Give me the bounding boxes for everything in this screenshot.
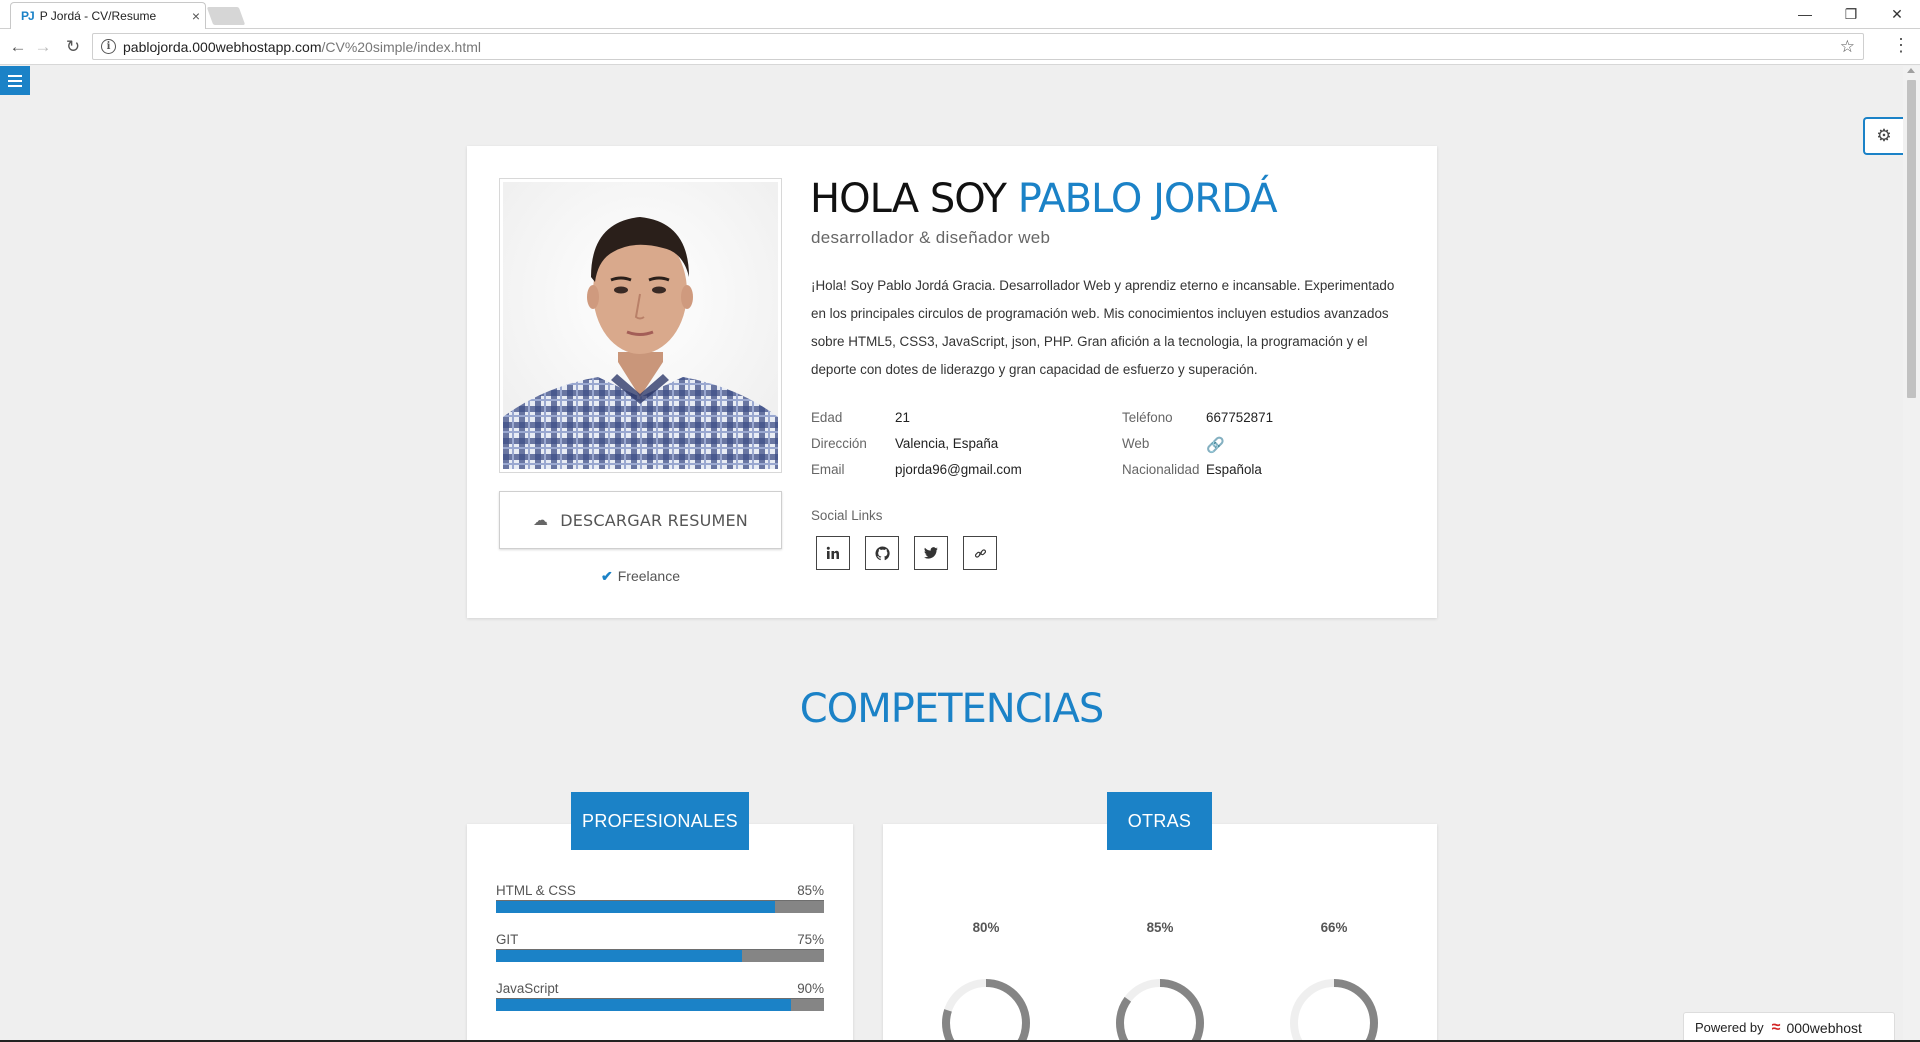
reload-icon[interactable]: ↻ [60, 34, 86, 60]
info-phone-value: 667752871 [1206, 410, 1274, 425]
skill-percent: 90% [797, 981, 824, 996]
skill-ring-gauge [1116, 979, 1204, 1042]
download-resume-label: DESCARGAR RESUMEN [560, 510, 748, 530]
info-email-value[interactable]: pjorda96@gmail.com [895, 462, 1022, 477]
skill-progress-bar [496, 998, 824, 1011]
window-controls: — ❐ ✕ [1782, 0, 1920, 28]
powered-by-badge[interactable]: Powered by ≈ 000webhost [1683, 1012, 1895, 1042]
skill-progress-bar [496, 949, 824, 962]
browser-toolbar: ← → ↻ i pablojorda.000webhostapp.com/CV%… [0, 29, 1920, 65]
address-bar[interactable]: i pablojorda.000webhostapp.com/CV%20simp… [92, 33, 1864, 60]
hamburger-menu-icon[interactable] [0, 66, 30, 95]
profile-bio: ¡Hola! Soy Pablo Jordá Gracia. Desarroll… [811, 278, 1395, 377]
github-icon[interactable] [865, 536, 899, 570]
info-address-value: Valencia, España [895, 436, 999, 451]
new-tab-button[interactable] [206, 7, 246, 25]
site-info-icon[interactable]: i [101, 39, 116, 54]
link-icon[interactable] [963, 536, 997, 570]
freelance-label: Freelance [617, 568, 680, 584]
scrollbar-thumb[interactable] [1907, 80, 1916, 398]
tab-title: P Jordá - CV/Resume [39, 9, 157, 23]
browser-tab[interactable]: PJ P Jordá - CV/Resume × [10, 2, 206, 29]
professional-skills-card: HTML & CSS 85% GIT 75% JavaScript 90% [467, 824, 853, 1042]
scroll-up-arrow-icon[interactable] [1907, 68, 1915, 73]
webhost-name: 000webhost [1786, 1019, 1862, 1036]
skill-ring-percent: 80% [972, 920, 1000, 935]
professional-skills-badge: PROFESIONALES [571, 792, 749, 850]
skill-name: GIT [496, 932, 519, 947]
skill-ring-gauge [1290, 979, 1378, 1042]
forward-arrow-icon[interactable]: → [30, 34, 56, 60]
info-age-value: 21 [895, 410, 910, 425]
tab-close-icon[interactable]: × [187, 8, 205, 24]
info-phone-key: Teléfono [1122, 410, 1173, 425]
skill-label-row: GIT 75% [496, 932, 824, 947]
portrait-image [503, 182, 778, 469]
skill-ring: 80% [936, 920, 1036, 1042]
browser-titlebar: PJ P Jordá - CV/Resume × — ❐ ✕ [0, 0, 1920, 29]
skill-ring: 66% [1284, 920, 1384, 1042]
skill-ring-percent: 85% [1146, 920, 1174, 935]
settings-gear-icon[interactable]: ⚙ [1863, 117, 1903, 155]
page-title: HOLA SOY PABLO JORDÁ [810, 176, 1278, 222]
profile-card: ☁ DESCARGAR RESUMEN ✔ Freelance HOLA SOY … [467, 146, 1437, 618]
site-favicon: PJ [21, 9, 35, 23]
skill-item: GIT 75% [496, 932, 824, 962]
skill-item: HTML & CSS 85% [496, 883, 824, 913]
other-skills-badge: OTRAS [1107, 792, 1212, 850]
other-skills-card: 80% 85% 66% [883, 824, 1437, 1042]
skill-percent: 75% [797, 932, 824, 947]
skill-percent: 85% [797, 883, 824, 898]
download-resume-button[interactable]: ☁ DESCARGAR RESUMEN [499, 491, 782, 549]
info-email-key: Email [811, 462, 845, 477]
url-path: /CV%20simple/index.html [321, 38, 481, 55]
webhost-logo-icon: ≈ [1771, 1018, 1781, 1036]
social-links [816, 536, 997, 570]
minimize-icon[interactable]: — [1782, 0, 1828, 28]
restore-icon[interactable]: ❐ [1828, 0, 1874, 28]
url-host: pablojorda.000webhostapp.com [123, 38, 322, 55]
skill-label-row: JavaScript 90% [496, 981, 824, 996]
info-web-key: Web [1122, 436, 1150, 451]
page-viewport: ⚙ ☁ DESCARGAR RESUMEN ✔ Freelance HOLA S… [0, 66, 1920, 1042]
info-address-key: Dirección [811, 436, 867, 451]
twitter-icon[interactable] [914, 536, 948, 570]
check-icon: ✔ [601, 568, 613, 584]
info-nationality-value: Española [1206, 462, 1262, 477]
back-arrow-icon[interactable]: ← [5, 34, 31, 60]
social-links-title: Social Links [811, 508, 883, 523]
skill-item: JavaScript 90% [496, 981, 824, 1011]
info-nationality-key: Nacionalidad [1122, 462, 1200, 477]
freelance-status: ✔ Freelance [499, 568, 782, 585]
skill-name: JavaScript [496, 981, 559, 996]
skill-progress-fill [496, 901, 775, 913]
skill-progress-bar [496, 900, 824, 913]
skill-progress-fill [496, 999, 792, 1011]
greeting-text: HOLA SOY [810, 176, 1007, 222]
browser-menu-icon[interactable]: ⋮ [1892, 35, 1910, 56]
web-link-icon[interactable]: 🔗 [1206, 436, 1225, 454]
skill-ring-gauge [942, 979, 1030, 1042]
close-window-icon[interactable]: ✕ [1874, 0, 1920, 28]
cloud-download-icon: ☁ [533, 511, 549, 529]
skill-progress-fill [496, 950, 742, 962]
profile-photo [499, 178, 782, 473]
powered-by-label: Powered by [1695, 1020, 1764, 1035]
info-age-key: Edad [811, 410, 843, 425]
competencias-title: COMPETENCIAS [799, 686, 1104, 732]
skill-ring: 85% [1110, 920, 1210, 1042]
profile-name: PABLO JORDÁ [1017, 176, 1278, 222]
skill-label-row: HTML & CSS 85% [496, 883, 824, 898]
bookmark-star-icon[interactable]: ☆ [1840, 37, 1855, 57]
skill-name: HTML & CSS [496, 883, 576, 898]
skill-ring-percent: 66% [1320, 920, 1348, 935]
profile-role: desarrollador & diseñador web [811, 228, 1051, 247]
linkedin-icon[interactable] [816, 536, 850, 570]
page-scrollbar[interactable] [1903, 66, 1920, 1042]
